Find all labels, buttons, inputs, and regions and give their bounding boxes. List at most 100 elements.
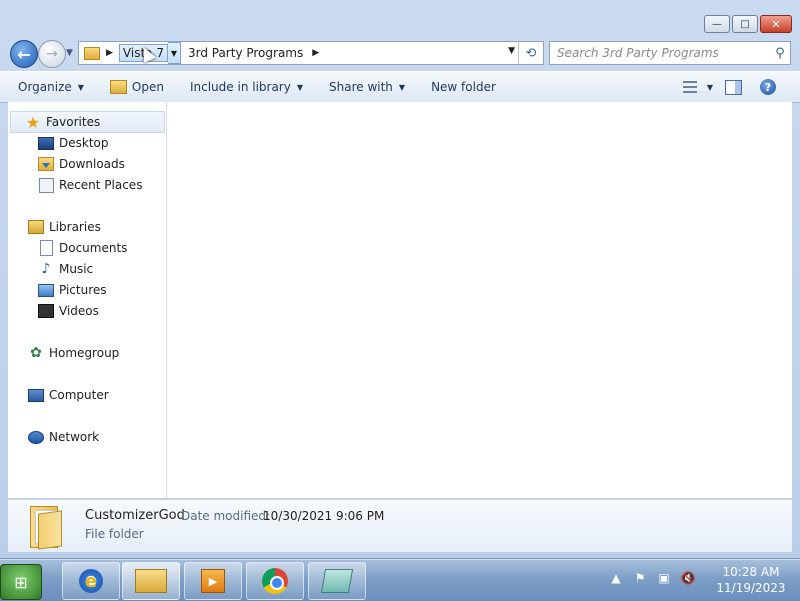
network-tray-icon[interactable]: ▣ — [656, 570, 672, 586]
star-icon: ★ — [25, 112, 41, 132]
close-icon: ✕ — [771, 17, 781, 31]
file-list-area[interactable] — [167, 102, 792, 498]
taskbar-internet-explorer[interactable]: e — [62, 562, 120, 600]
sidebar-item-label: Computer — [49, 388, 109, 402]
media-player-icon: ▶ — [201, 569, 225, 593]
network-icon — [28, 429, 44, 445]
sidebar-item-homegroup[interactable]: ✿ Homegroup — [28, 343, 119, 363]
system-clock[interactable]: 10:28 AM 11/19/2023 — [715, 564, 787, 596]
downloads-icon — [38, 156, 54, 172]
breadcrumb-separator-icon[interactable]: ▶ — [312, 48, 319, 58]
sidebar-item-music[interactable]: ♪ Music — [38, 259, 94, 279]
chevron-down-icon: ▼ — [296, 82, 303, 92]
volume-muted-icon[interactable]: 🔇 — [680, 570, 696, 586]
sidebar-item-label: Music — [59, 262, 94, 276]
forward-button[interactable]: → — [38, 40, 66, 68]
share-with-button[interactable]: Share with ▼ — [321, 80, 413, 94]
navigation-bar: ← → ▼ ▶ Vista 7 ▼ 3rd Party Programs ▶ ▼… — [0, 36, 800, 70]
sidebar-item-pictures[interactable]: Pictures — [38, 280, 107, 300]
preview-pane-icon[interactable] — [725, 79, 742, 95]
explorer-window: — □ ✕ ← → ▼ ▶ Vista 7 ▼ 3rd Party Progra… — [0, 0, 800, 559]
sidebar-item-desktop[interactable]: Desktop — [38, 133, 109, 153]
windows-logo-icon: ⊞ — [14, 572, 28, 592]
sidebar-item-computer[interactable]: Computer — [28, 385, 109, 405]
sidebar-item-recent-places[interactable]: Recent Places — [38, 175, 142, 195]
chevron-down-icon: ▼ — [398, 82, 406, 92]
navigation-pane: ★ Favorites Desktop Downloads Recent Pla… — [8, 102, 167, 498]
maximize-button[interactable]: □ — [732, 15, 758, 33]
sidebar-item-libraries[interactable]: Libraries — [28, 217, 101, 237]
sidebar-item-favorites[interactable]: ★ Favorites — [10, 111, 165, 133]
sidebar-item-videos[interactable]: Videos — [38, 301, 99, 321]
forward-arrow-icon: → — [46, 46, 58, 62]
open-button[interactable]: Open — [102, 80, 172, 94]
sidebar-item-label: Recent Places — [59, 178, 143, 192]
music-icon: ♪ — [41, 261, 51, 277]
help-icon[interactable]: ? — [760, 79, 776, 95]
recent-pages-dropdown-icon[interactable]: ▼ — [66, 48, 73, 58]
clock-time: 10:28 AM — [722, 565, 780, 579]
details-pane: CustomizerGod Date modified: 10/30/2021 … — [8, 499, 792, 552]
sidebar-item-label: Videos — [59, 304, 99, 318]
start-button[interactable]: ⊞ — [0, 564, 42, 600]
taskbar-media-player[interactable]: ▶ — [184, 562, 242, 600]
videos-icon — [38, 303, 54, 319]
search-icon[interactable]: ⚲ — [770, 46, 790, 61]
show-hidden-icons-icon[interactable]: ▲ — [608, 570, 624, 586]
internet-explorer-icon: e — [79, 569, 103, 593]
selected-item-name: CustomizerGod — [85, 508, 185, 523]
sidebar-item-label: Desktop — [59, 136, 109, 150]
libraries-icon — [28, 219, 44, 235]
documents-icon — [38, 240, 54, 256]
sidebar-item-documents[interactable]: Documents — [38, 238, 127, 258]
taskbar-notepad[interactable] — [308, 562, 366, 600]
taskbar: ⊞ e ▶ ▲ ⚑ ▣ 🔇 10:28 AM 11/19/2023 — [0, 559, 800, 601]
address-dropdown-icon[interactable]: ▼ — [508, 46, 515, 56]
date-modified-label: Date modified: — [181, 509, 271, 523]
desktop-icon — [38, 135, 54, 151]
selected-item-type: File folder — [85, 527, 144, 541]
folder-icon — [84, 46, 100, 60]
breadcrumb-3rd-party-programs[interactable]: 3rd Party Programs — [185, 44, 306, 62]
search-input[interactable]: Search 3rd Party Programs — [550, 46, 770, 60]
include-in-library-button[interactable]: Include in library ▼ — [182, 80, 311, 94]
sidebar-item-label: Downloads — [59, 157, 125, 171]
recent-places-icon — [38, 177, 54, 193]
organize-label: Organize — [18, 80, 72, 94]
open-label: Open — [131, 80, 164, 94]
sidebar-item-label: Favorites — [46, 115, 101, 129]
windows-explorer-icon — [135, 569, 167, 593]
organize-button[interactable]: Organize ▼ — [10, 80, 92, 94]
clock-date: 11/19/2023 — [716, 581, 786, 595]
action-center-flag-icon[interactable]: ⚑ — [632, 570, 648, 586]
sidebar-item-downloads[interactable]: Downloads — [38, 154, 125, 174]
command-bar: Organize ▼ Open Include in library ▼ Share… — [0, 71, 800, 103]
sidebar-item-network[interactable]: Network — [28, 427, 99, 447]
computer-icon — [28, 387, 44, 403]
new-folder-label: New folder — [431, 80, 496, 94]
sidebar-item-label: Pictures — [59, 283, 107, 297]
taskbar-windows-explorer[interactable] — [122, 562, 180, 600]
breadcrumb-dropdown-icon[interactable]: ▼ — [167, 42, 181, 64]
maximize-icon: □ — [740, 18, 750, 30]
change-view-icon[interactable] — [682, 81, 697, 93]
sidebar-item-label: Documents — [59, 241, 128, 255]
share-with-label: Share with — [329, 80, 393, 94]
chrome-icon — [262, 568, 288, 594]
minimize-icon: — — [712, 18, 722, 30]
new-folder-button[interactable]: New folder — [423, 80, 504, 94]
pictures-icon — [38, 282, 54, 298]
breadcrumb-separator-icon[interactable]: ▶ — [106, 48, 113, 58]
include-in-library-label: Include in library — [189, 80, 291, 94]
minimize-button[interactable]: — — [704, 15, 730, 33]
title-bar[interactable]: — □ ✕ — [0, 0, 800, 36]
chevron-down-icon: ▼ — [77, 82, 84, 92]
back-arrow-icon: ← — [17, 44, 31, 64]
search-box[interactable]: Search 3rd Party Programs ⚲ — [549, 41, 791, 65]
taskbar-google-chrome[interactable] — [246, 562, 304, 600]
view-options-dropdown-icon[interactable]: ▼ — [707, 83, 713, 92]
close-button[interactable]: ✕ — [760, 15, 792, 33]
refresh-icon[interactable]: ⟲ — [518, 42, 543, 64]
folder-icon — [30, 506, 62, 550]
back-button[interactable]: ← — [10, 40, 38, 68]
